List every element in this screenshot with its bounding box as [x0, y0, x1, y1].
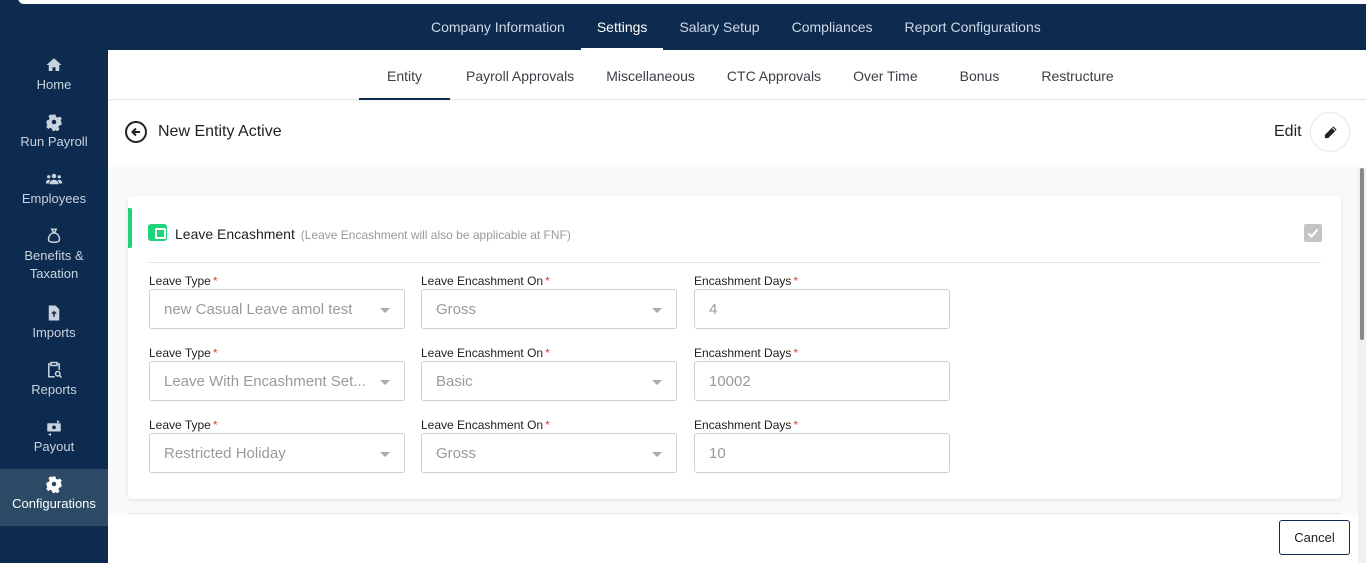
caret-down-icon — [652, 380, 662, 385]
encashment-on-select[interactable]: Basic — [421, 361, 677, 401]
caret-down-icon — [652, 308, 662, 313]
section-accent — [128, 208, 132, 248]
top-nav: Company Information Settings Salary Setu… — [415, 0, 1057, 50]
encashment-on-field: Leave Encashment On * Basic — [421, 346, 677, 401]
page-title: New Entity Active — [158, 123, 282, 140]
caret-down-icon — [380, 308, 390, 313]
caret-down-icon — [380, 452, 390, 457]
sidebar-item-home[interactable]: Home — [0, 50, 108, 107]
divider — [148, 262, 1321, 263]
encashment-on-field: Leave Encashment On * Gross — [421, 274, 677, 329]
sidebar: Home Run Payroll Employees Benefits & Ta… — [0, 50, 108, 563]
clipboard-search-icon — [0, 361, 108, 379]
encashment-on-select[interactable]: Gross — [421, 433, 677, 473]
arrow-left-icon — [131, 127, 140, 137]
scrollbar-thumb[interactable] — [1360, 168, 1364, 340]
scrollbar[interactable] — [1358, 168, 1366, 563]
leave-type-select[interactable]: new Casual Leave amol test — [149, 289, 405, 329]
check-icon — [1307, 228, 1319, 238]
pencil-icon — [1324, 126, 1337, 139]
encashment-days-field: Encashment Days * 10002 — [694, 346, 950, 401]
encashment-days-input[interactable]: 10 — [694, 433, 950, 473]
tab-salary-setup[interactable]: Salary Setup — [663, 0, 775, 50]
tab-restructure[interactable]: Restructure — [1025, 50, 1129, 99]
encashment-days-input[interactable]: 4 — [694, 289, 950, 329]
tab-compliances[interactable]: Compliances — [776, 0, 889, 50]
caret-down-icon — [380, 380, 390, 385]
main-content: Entity Payroll Approvals Miscellaneous C… — [108, 50, 1366, 563]
top-bar: Company Information Settings Salary Setu… — [0, 0, 1366, 50]
sub-nav: Entity Payroll Approvals Miscellaneous C… — [108, 50, 1366, 100]
tab-settings[interactable]: Settings — [580, 0, 664, 50]
sidebar-item-run-payroll[interactable]: Run Payroll — [0, 107, 108, 164]
sidebar-item-payout[interactable]: Payout — [0, 412, 108, 469]
users-icon — [0, 170, 108, 188]
wallet-icon — [148, 224, 167, 241]
leave-type-select[interactable]: Leave With Encashment Set... — [149, 361, 405, 401]
leave-type-select[interactable]: Restricted Holiday — [149, 433, 405, 473]
money-bag-icon — [0, 227, 108, 245]
edit-button[interactable] — [1310, 112, 1350, 152]
tab-report-configurations[interactable]: Report Configurations — [889, 0, 1057, 50]
tab-entity[interactable]: Entity — [359, 50, 451, 100]
footer-bar: Cancel — [108, 515, 1358, 563]
encashment-days-input[interactable]: 10002 — [694, 361, 950, 401]
leave-type-field: Leave Type * Restricted Holiday — [149, 418, 405, 473]
tab-bonus[interactable]: Bonus — [934, 50, 1026, 99]
section-title: Leave Encashment (Leave Encashment will … — [175, 226, 571, 242]
gear-icon — [0, 475, 108, 494]
sidebar-item-imports[interactable]: Imports — [0, 298, 108, 355]
money-transfer-icon — [0, 418, 108, 436]
cancel-button[interactable]: Cancel — [1279, 520, 1350, 555]
page-header: New Entity Active Edit — [108, 101, 1366, 167]
sidebar-item-reports[interactable]: Reports — [0, 355, 108, 412]
edit-label: Edit — [1274, 123, 1302, 140]
home-icon — [0, 56, 108, 74]
encashment-on-field: Leave Encashment On * Gross — [421, 418, 677, 473]
leave-type-field: Leave Type * new Casual Leave amol test — [149, 274, 405, 329]
sidebar-item-configurations[interactable]: Configurations — [0, 469, 108, 526]
file-upload-icon — [0, 304, 108, 322]
tab-miscellaneous[interactable]: Miscellaneous — [590, 50, 711, 99]
section-note: (Leave Encashment will also be applicabl… — [300, 228, 571, 242]
encashment-days-field: Encashment Days * 10 — [694, 418, 950, 473]
tab-ctc-approvals[interactable]: CTC Approvals — [711, 50, 837, 99]
tab-company-information[interactable]: Company Information — [415, 0, 581, 50]
encashment-days-field: Encashment Days * 4 — [694, 274, 950, 329]
caret-down-icon — [652, 452, 662, 457]
enable-checkbox[interactable] — [1304, 224, 1322, 242]
leave-type-field: Leave Type * Leave With Encashment Set... — [149, 346, 405, 401]
tab-over-time[interactable]: Over Time — [837, 50, 934, 99]
back-button[interactable] — [125, 121, 147, 143]
sidebar-item-employees[interactable]: Employees — [0, 164, 108, 221]
encashment-row: Leave Type * Leave With Encashment Set...… — [149, 346, 969, 412]
gear-icon — [0, 113, 108, 132]
encashment-on-select[interactable]: Gross — [421, 289, 677, 329]
tab-payroll-approvals[interactable]: Payroll Approvals — [450, 50, 590, 99]
encashment-row: Leave Type * Restricted Holiday Leave Enc… — [149, 418, 969, 484]
encashment-row: Leave Type * new Casual Leave amol test L… — [149, 274, 969, 340]
sidebar-item-benefits-taxation[interactable]: Benefits & Taxation — [0, 221, 108, 298]
leave-encashment-card: Leave Encashment (Leave Encashment will … — [128, 196, 1341, 499]
